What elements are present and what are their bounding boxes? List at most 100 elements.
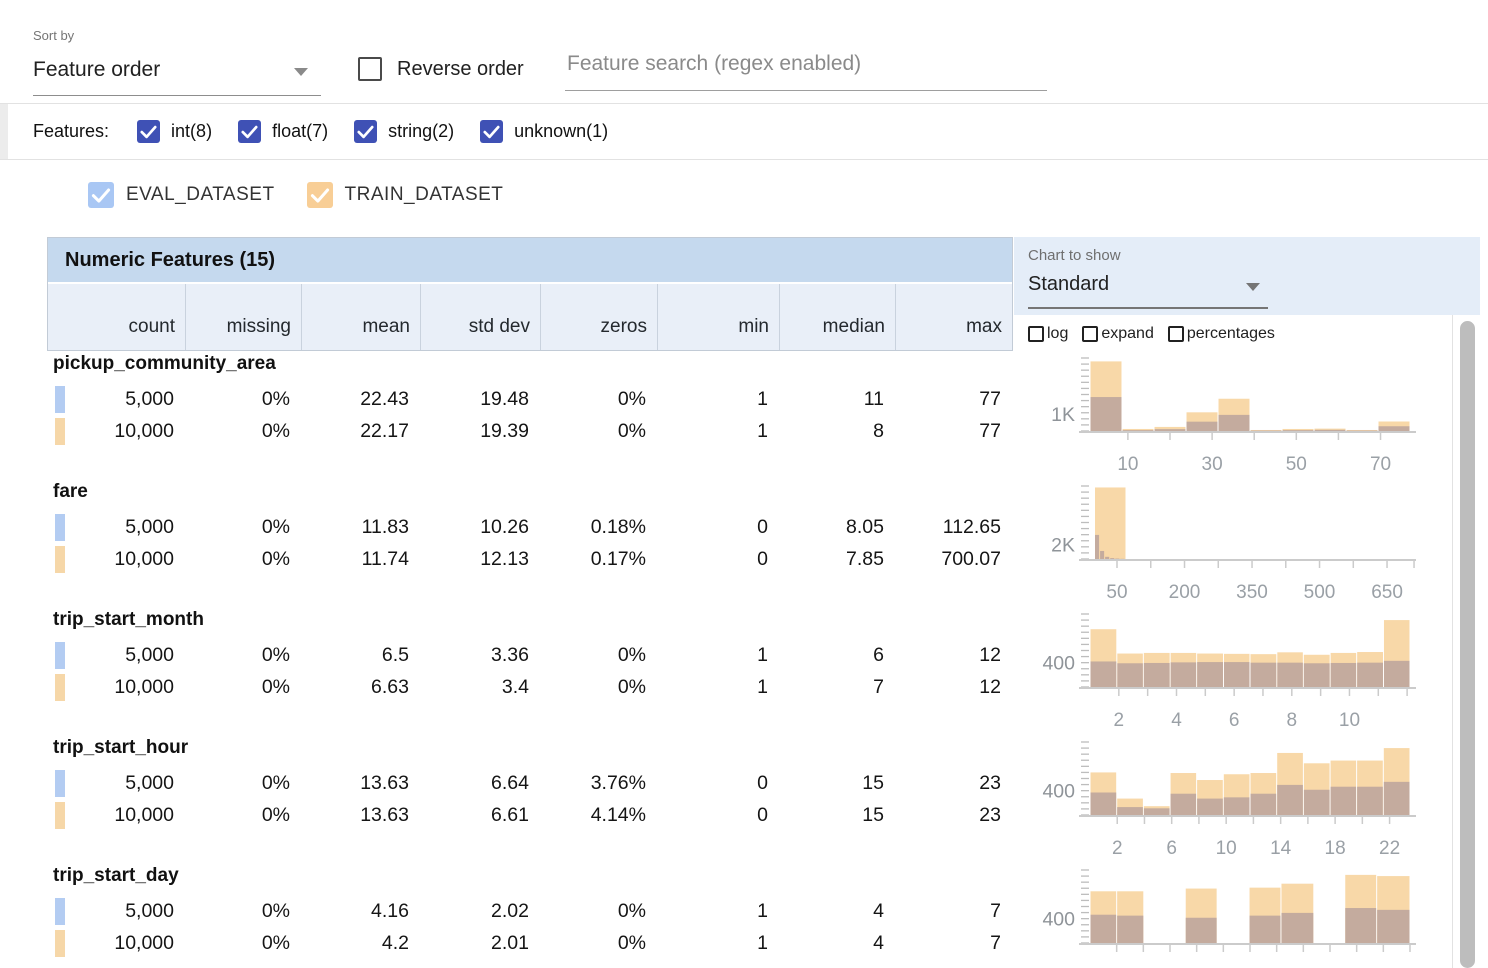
svg-text:18: 18	[1325, 838, 1346, 859]
eval-color-swatch	[55, 770, 65, 797]
svg-text:200: 200	[1169, 582, 1201, 603]
chart-option-label: expand	[1101, 325, 1154, 343]
column-header-std-dev: std dev	[420, 284, 540, 350]
cell-max: 700.07	[894, 544, 1011, 575]
svg-text:2K: 2K	[1051, 534, 1075, 556]
cell-min: 0	[656, 800, 778, 831]
svg-text:50: 50	[1286, 454, 1307, 475]
table-row-eval: 5,0000%11.8310.260.18%08.05112.65	[47, 512, 1013, 543]
cell-min: 1	[656, 896, 778, 927]
eval-color-swatch	[55, 898, 65, 925]
cell-median: 8.05	[778, 512, 894, 543]
checkbox-checked-icon[interactable]	[480, 120, 503, 143]
cell-max: 23	[894, 800, 1011, 831]
cell-missing: 0%	[184, 768, 300, 799]
cell-missing: 0%	[184, 640, 300, 671]
table-row-train: 10,0000%11.7412.130.17%07.85700.07	[47, 544, 1013, 575]
cell-count: 5,000	[47, 384, 184, 415]
column-header-max: max	[895, 284, 1012, 350]
cell-mean: 13.63	[300, 768, 419, 799]
checkbox-checked-icon[interactable]	[307, 182, 333, 208]
cell-median: 7	[778, 672, 894, 703]
cell-min: 1	[656, 384, 778, 415]
table-row-eval: 5,0000%4.162.020%147	[47, 896, 1013, 927]
feature-block-fare: fare5,0000%11.8310.260.18%08.05112.6510,…	[47, 479, 1013, 607]
scrollbar-thumb[interactable]	[1460, 321, 1475, 968]
cell-mean: 13.63	[300, 800, 419, 831]
chevron-down-icon[interactable]	[1246, 283, 1260, 291]
facets-overview-app: Sort by Feature order Reverse order Feat…	[0, 0, 1488, 968]
svg-text:1K: 1K	[1051, 404, 1075, 426]
column-header-missing: missing	[185, 284, 301, 350]
numeric-features-table-head: Numeric Features (15) countmissingmeanst…	[47, 237, 1013, 351]
chevron-down-icon[interactable]	[294, 68, 308, 76]
column-header-min: min	[657, 284, 779, 350]
checkbox-unchecked-icon[interactable]	[1082, 326, 1098, 342]
dataset-toggle-eval_dataset[interactable]: EVAL_DATASET	[88, 182, 275, 208]
checkbox-unchecked-icon[interactable]	[1028, 326, 1044, 342]
cell-std-dev: 6.64	[419, 768, 539, 799]
chart-option-log[interactable]: log	[1028, 325, 1068, 343]
checkbox-checked-icon[interactable]	[137, 120, 160, 143]
chart-options: log expand percentages	[1028, 325, 1289, 343]
sort-by-label: Sort by	[33, 28, 74, 43]
cell-count: 5,000	[47, 896, 184, 927]
cell-std-dev: 2.01	[419, 928, 539, 959]
toolbar: Sort by Feature order Reverse order	[0, 0, 1488, 104]
table-row-eval: 5,0000%22.4319.480%11177	[47, 384, 1013, 415]
cell-count: 5,000	[47, 640, 184, 671]
checkbox-checked-icon[interactable]	[88, 182, 114, 208]
cell-min: 1	[656, 640, 778, 671]
reverse-order-checkbox[interactable]	[358, 57, 382, 81]
cell-missing: 0%	[184, 928, 300, 959]
cell-max: 23	[894, 768, 1011, 799]
sort-by-select[interactable]: Feature order	[33, 58, 160, 82]
checkbox-unchecked-icon[interactable]	[1168, 326, 1184, 342]
cell-max: 12	[894, 640, 1011, 671]
cell-median: 11	[778, 384, 894, 415]
search-input[interactable]	[565, 52, 1047, 91]
svg-text:2: 2	[1114, 710, 1125, 731]
cell-zeros: 0%	[539, 384, 656, 415]
dataset-toggle-train_dataset[interactable]: TRAIN_DATASET	[307, 182, 504, 208]
dataset-name: TRAIN_DATASET	[345, 184, 504, 206]
chart-option-label: log	[1047, 325, 1068, 343]
cell-min: 1	[656, 928, 778, 959]
checkbox-checked-icon[interactable]	[354, 120, 377, 143]
feature-type-filter-row: Features: int(8) float(7) string(2) unknown…	[0, 104, 1488, 160]
cell-mean: 4.2	[300, 928, 419, 959]
cell-zeros: 3.76%	[539, 768, 656, 799]
checkbox-checked-icon[interactable]	[238, 120, 261, 143]
svg-text:8: 8	[1287, 710, 1298, 731]
cell-missing: 0%	[184, 896, 300, 927]
chart-option-percentages[interactable]: percentages	[1168, 325, 1275, 343]
scrollbar-track[interactable]	[1452, 315, 1488, 968]
cell-max: 112.65	[894, 512, 1011, 543]
feature-block-trip_start_day: trip_start_day5,0000%4.162.020%14710,000…	[47, 863, 1013, 968]
train-color-swatch	[55, 802, 65, 829]
chart-option-expand[interactable]: expand	[1082, 325, 1154, 343]
cell-max: 7	[894, 896, 1011, 927]
cell-median: 8	[778, 416, 894, 447]
cell-zeros: 4.14%	[539, 800, 656, 831]
feature-block-trip_start_hour: trip_start_hour5,0000%13.636.643.76%0152…	[47, 735, 1013, 863]
features-label: Features:	[33, 121, 109, 142]
chart-to-show-label: Chart to show	[1028, 247, 1121, 264]
feature-type-filter-float[interactable]: float(7)	[238, 120, 328, 143]
svg-text:2: 2	[1112, 838, 1123, 859]
cell-max: 7	[894, 928, 1011, 959]
cell-median: 4	[778, 928, 894, 959]
feature-type-filter-unknown[interactable]: unknown(1)	[480, 120, 608, 143]
cell-count: 10,000	[47, 800, 184, 831]
cell-min: 0	[656, 544, 778, 575]
cell-std-dev: 10.26	[419, 512, 539, 543]
chart-type-select[interactable]: Standard	[1028, 273, 1109, 296]
column-header-median: median	[779, 284, 895, 350]
cell-median: 6	[778, 640, 894, 671]
feature-type-filter-int[interactable]: int(8)	[137, 120, 212, 143]
train-color-swatch	[55, 418, 65, 445]
cell-zeros: 0.17%	[539, 544, 656, 575]
feature-type-filter-string[interactable]: string(2)	[354, 120, 454, 143]
histogram-column: 103050701K502003505006502K24681040026101…	[1013, 352, 1488, 968]
cell-std-dev: 3.36	[419, 640, 539, 671]
